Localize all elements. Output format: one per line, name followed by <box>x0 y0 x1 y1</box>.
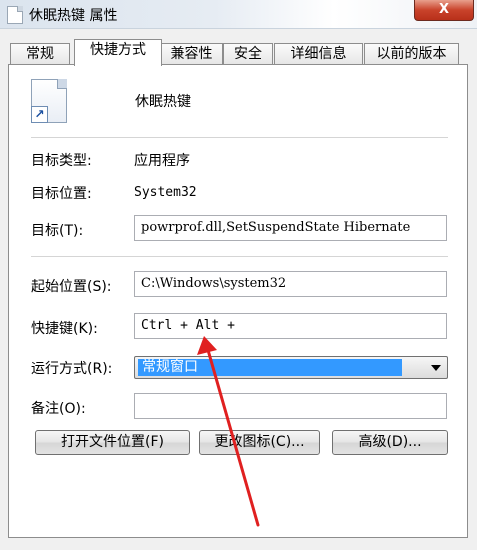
tab-strip: 常规 快捷方式 兼容性 安全 详细信息 以前的版本 <box>8 39 468 66</box>
run-dropdown-value: 常规窗口 <box>138 359 402 376</box>
target-field[interactable]: powrprof.dll,SetSuspendState Hibernate <box>134 215 447 241</box>
shortcut-document-icon: ↗ <box>31 79 67 123</box>
target-location-value: System32 <box>134 185 197 200</box>
shortcut-name: 休眠热键 <box>135 94 191 110</box>
shortcut-panel <box>8 64 468 538</box>
chevron-down-icon <box>431 365 441 371</box>
comment-field[interactable] <box>134 393 447 419</box>
tab-security[interactable]: 安全 <box>223 43 273 65</box>
target-type-label: 目标类型: <box>31 153 92 169</box>
tab-shortcut[interactable]: 快捷方式 <box>74 39 162 66</box>
hotkey-label: 快捷键(K): <box>31 321 98 337</box>
target-type-value: 应用程序 <box>134 153 190 169</box>
open-file-location-button[interactable]: 打开文件位置(F) <box>35 430 190 455</box>
target-location-label: 目标位置: <box>31 186 92 202</box>
start-in-label: 起始位置(S): <box>31 279 112 295</box>
tab-previous-versions[interactable]: 以前的版本 <box>364 43 459 65</box>
advanced-button[interactable]: 高级(D)... <box>332 430 448 455</box>
change-icon-button[interactable]: 更改图标(C)... <box>199 430 320 455</box>
run-dropdown[interactable]: 常规窗口 <box>134 356 448 379</box>
shortcut-file-icon <box>7 6 23 24</box>
window-title: 休眠热键 属性 <box>29 8 118 24</box>
target-label: 目标(T): <box>31 223 84 239</box>
hotkey-field[interactable]: Ctrl + Alt + <box>134 313 447 339</box>
close-button[interactable]: X <box>414 0 474 21</box>
tab-compatibility[interactable]: 兼容性 <box>160 43 223 65</box>
tab-details[interactable]: 详细信息 <box>274 43 363 65</box>
title-bar: 休眠热键 属性 X <box>0 0 477 29</box>
divider <box>31 137 448 138</box>
start-in-field[interactable]: C:\Windows\system32 <box>134 271 447 297</box>
divider <box>31 256 448 257</box>
run-label: 运行方式(R): <box>31 361 113 377</box>
tab-general[interactable]: 常规 <box>10 43 70 65</box>
shortcut-arrow-icon: ↗ <box>31 106 48 123</box>
comment-label: 备注(O): <box>31 401 86 417</box>
